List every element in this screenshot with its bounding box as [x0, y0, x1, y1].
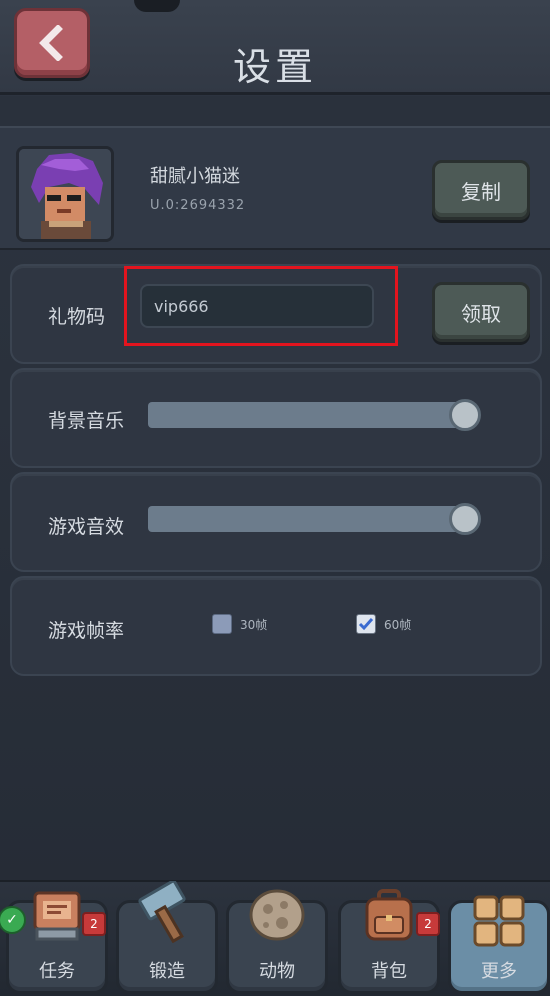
tab-tasks-label: 任务	[39, 961, 75, 982]
framerate-30-label: 30帧	[240, 618, 268, 632]
tab-forge[interactable]: 锻造	[116, 881, 218, 994]
checkmark-icon	[358, 618, 374, 631]
framerate-60-label: 60帧	[384, 618, 412, 632]
grid-icon	[473, 895, 525, 947]
copy-button[interactable]: 复制	[432, 160, 530, 220]
page-title: 设置	[232, 45, 317, 89]
user-id: U.0:2694332	[150, 198, 246, 213]
backpack-icon	[365, 889, 413, 941]
tab-backpack-badge: 2	[416, 912, 440, 936]
claim-button[interactable]: 领取	[432, 282, 530, 342]
framerate-label: 游戏帧率	[48, 620, 125, 642]
sfx-slider[interactable]	[148, 506, 464, 532]
music-label: 背景音乐	[48, 410, 125, 432]
rock-egg-icon	[249, 889, 305, 941]
framerate-panel: 游戏帧率	[10, 576, 542, 676]
music-slider-knob[interactable]	[449, 399, 481, 431]
tab-animals[interactable]: 动物	[226, 889, 328, 994]
highlight-box	[124, 266, 398, 346]
tab-more-label: 更多	[481, 961, 517, 982]
tab-animals-label: 动物	[259, 961, 295, 982]
music-slider[interactable]	[148, 402, 464, 428]
tab-more[interactable]: 更多	[448, 895, 550, 994]
gift-code-label: 礼物码	[48, 306, 106, 328]
framerate-30-checkbox[interactable]	[212, 614, 232, 634]
avatar[interactable]	[16, 146, 114, 242]
top-decoration	[134, 0, 180, 12]
tab-forge-label: 锻造	[149, 961, 185, 982]
tab-backpack-label: 背包	[371, 961, 407, 982]
hammer-icon	[138, 881, 186, 943]
nickname: 甜腻小猫迷	[150, 166, 240, 187]
header-band	[0, 96, 550, 126]
framerate-60-checkbox[interactable]	[356, 614, 376, 634]
sfx-label: 游戏音效	[48, 516, 125, 538]
sfx-slider-knob[interactable]	[449, 503, 481, 535]
computer-icon	[33, 891, 81, 941]
tab-tasks-badge: 2	[82, 912, 106, 936]
character-avatar-icon	[19, 149, 111, 239]
